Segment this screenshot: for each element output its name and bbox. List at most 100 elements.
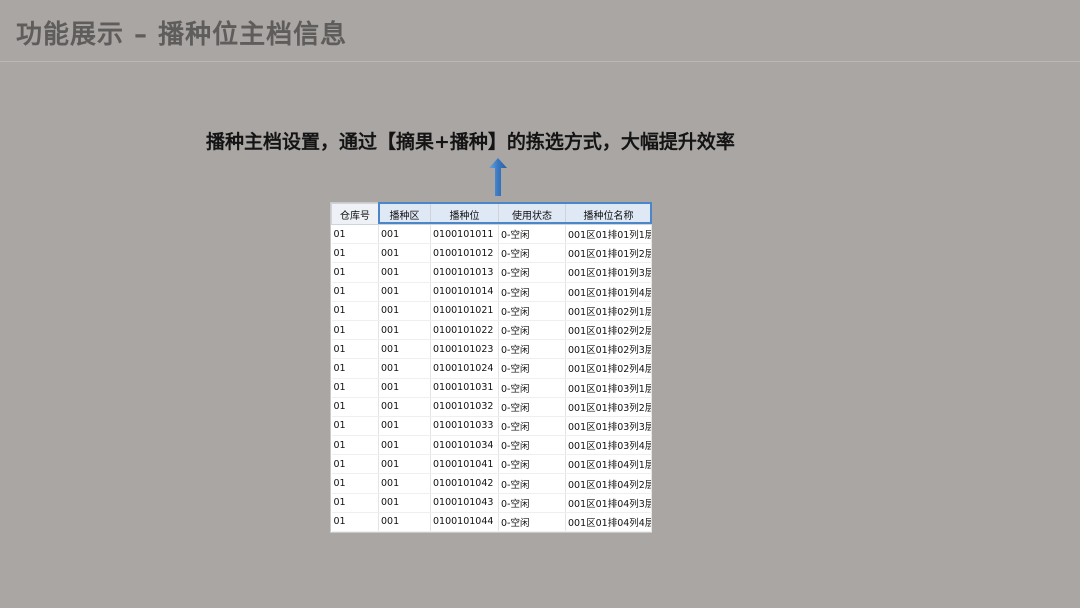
- cell-slot-name[interactable]: 001区01排04列2层: [565, 473, 652, 494]
- cell-warehouse[interactable]: 01: [331, 320, 379, 341]
- cell-usage-status[interactable]: 0-空闲: [498, 493, 566, 513]
- cell-warehouse[interactable]: 01: [331, 416, 379, 437]
- cell-seeding-slot[interactable]: 0100101032: [430, 397, 499, 417]
- cell-slot-name[interactable]: 001区01排04列1层: [565, 454, 652, 475]
- table-row[interactable]: 01 001 0100101011 0-空闲 001区01排01列1层: [331, 224, 652, 245]
- cell-seeding-zone[interactable]: 001: [378, 301, 431, 321]
- table-row[interactable]: 01 001 0100101034 0-空闲 001区01排03列4层: [331, 435, 652, 456]
- cell-usage-status[interactable]: 0-空闲: [498, 339, 566, 360]
- table-row[interactable]: 01 001 0100101033 0-空闲 001区01排03列3层: [331, 416, 652, 437]
- cell-seeding-zone[interactable]: 001: [378, 416, 431, 437]
- cell-slot-name[interactable]: 001区01排04列3层: [565, 493, 652, 513]
- cell-usage-status[interactable]: 0-空闲: [498, 282, 566, 302]
- cell-seeding-slot[interactable]: 0100101042: [430, 473, 499, 494]
- cell-seeding-zone[interactable]: 001: [378, 512, 431, 533]
- cell-usage-status[interactable]: 0-空闲: [498, 512, 566, 533]
- cell-seeding-zone[interactable]: 001: [378, 282, 431, 302]
- cell-warehouse[interactable]: 01: [331, 473, 379, 494]
- column-header-seeding-slot[interactable]: 播种位: [430, 203, 499, 225]
- cell-usage-status[interactable]: 0-空闲: [498, 243, 566, 264]
- cell-seeding-zone[interactable]: 001: [378, 358, 431, 379]
- table-row[interactable]: 01 001 0100101024 0-空闲 001区01排02列4层: [331, 358, 652, 379]
- table-row[interactable]: 01 001 0100101043 0-空闲 001区01排04列3层: [331, 493, 652, 513]
- cell-usage-status[interactable]: 0-空闲: [498, 435, 566, 456]
- cell-seeding-slot[interactable]: 0100101033: [430, 416, 499, 437]
- table-row[interactable]: 01 001 0100101042 0-空闲 001区01排04列2层: [331, 473, 652, 494]
- cell-seeding-slot[interactable]: 0100101012: [430, 243, 499, 264]
- cell-slot-name[interactable]: 001区01排02列4层: [565, 358, 652, 379]
- table-row[interactable]: 01 001 0100101013 0-空闲 001区01排01列3层: [331, 262, 652, 283]
- cell-seeding-zone[interactable]: 001: [378, 435, 431, 456]
- cell-slot-name[interactable]: 001区01排03列4层: [565, 435, 652, 456]
- cell-seeding-slot[interactable]: 0100101024: [430, 358, 499, 379]
- cell-seeding-zone[interactable]: 001: [378, 339, 431, 360]
- cell-warehouse[interactable]: 01: [331, 301, 379, 321]
- cell-seeding-zone[interactable]: 001: [378, 378, 431, 398]
- cell-usage-status[interactable]: 0-空闲: [498, 320, 566, 341]
- table-row[interactable]: 01 001 0100101022 0-空闲 001区01排02列2层: [331, 320, 652, 341]
- cell-usage-status[interactable]: 0-空闲: [498, 224, 566, 245]
- table-row[interactable]: 01 001 0100101031 0-空闲 001区01排03列1层: [331, 378, 652, 398]
- cell-seeding-zone[interactable]: 001: [378, 473, 431, 494]
- cell-usage-status[interactable]: 0-空闲: [498, 416, 566, 437]
- column-header-warehouse[interactable]: 仓库号: [331, 203, 379, 225]
- cell-slot-name[interactable]: 001区01排01列1层: [565, 224, 652, 245]
- cell-seeding-zone[interactable]: 001: [378, 493, 431, 513]
- cell-slot-name[interactable]: 001区01排02列2层: [565, 320, 652, 341]
- cell-usage-status[interactable]: 0-空闲: [498, 454, 566, 475]
- table-row[interactable]: 01 001 0100101021 0-空闲 001区01排02列1层: [331, 301, 652, 321]
- cell-warehouse[interactable]: 01: [331, 512, 379, 533]
- cell-seeding-zone[interactable]: 001: [378, 243, 431, 264]
- cell-seeding-zone[interactable]: 001: [378, 224, 431, 245]
- cell-warehouse[interactable]: 01: [331, 282, 379, 302]
- cell-warehouse[interactable]: 01: [331, 358, 379, 379]
- column-header-usage-status[interactable]: 使用状态: [498, 203, 566, 225]
- cell-seeding-slot[interactable]: 0100101043: [430, 493, 499, 513]
- cell-warehouse[interactable]: 01: [331, 262, 379, 283]
- cell-seeding-slot[interactable]: 0100101013: [430, 262, 499, 283]
- cell-warehouse[interactable]: 01: [331, 224, 379, 245]
- cell-slot-name[interactable]: 001区01排03列2层: [565, 397, 652, 417]
- cell-slot-name[interactable]: 001区01排04列4层: [565, 512, 652, 533]
- cell-slot-name[interactable]: 001区01排02列3层: [565, 339, 652, 360]
- table-row[interactable]: 01 001 0100101014 0-空闲 001区01排01列4层: [331, 282, 652, 302]
- cell-seeding-slot[interactable]: 0100101044: [430, 512, 499, 533]
- cell-warehouse[interactable]: 01: [331, 435, 379, 456]
- cell-seeding-zone[interactable]: 001: [378, 397, 431, 417]
- cell-seeding-slot[interactable]: 0100101022: [430, 320, 499, 341]
- cell-warehouse[interactable]: 01: [331, 378, 379, 398]
- cell-usage-status[interactable]: 0-空闲: [498, 301, 566, 321]
- table-row[interactable]: 01 001 0100101032 0-空闲 001区01排03列2层: [331, 397, 652, 417]
- cell-usage-status[interactable]: 0-空闲: [498, 358, 566, 379]
- cell-slot-name[interactable]: 001区01排03列3层: [565, 416, 652, 437]
- table-row[interactable]: 01 001 0100101023 0-空闲 001区01排02列3层: [331, 339, 652, 360]
- cell-slot-name[interactable]: 001区01排03列1层: [565, 378, 652, 398]
- column-header-seeding-zone[interactable]: 播种区: [378, 203, 431, 225]
- cell-slot-name[interactable]: 001区01排01列2层: [565, 243, 652, 264]
- cell-slot-name[interactable]: 001区01排02列1层: [565, 301, 652, 321]
- cell-seeding-slot[interactable]: 0100101034: [430, 435, 499, 456]
- cell-seeding-slot[interactable]: 0100101014: [430, 282, 499, 302]
- cell-slot-name[interactable]: 001区01排01列3层: [565, 262, 652, 283]
- cell-warehouse[interactable]: 01: [331, 397, 379, 417]
- cell-seeding-slot[interactable]: 0100101021: [430, 301, 499, 321]
- cell-usage-status[interactable]: 0-空闲: [498, 397, 566, 417]
- cell-usage-status[interactable]: 0-空闲: [498, 378, 566, 398]
- cell-slot-name[interactable]: 001区01排01列4层: [565, 282, 652, 302]
- table-row[interactable]: 01 001 0100101012 0-空闲 001区01排01列2层: [331, 243, 652, 264]
- cell-seeding-zone[interactable]: 001: [378, 454, 431, 475]
- cell-usage-status[interactable]: 0-空闲: [498, 473, 566, 494]
- cell-warehouse[interactable]: 01: [331, 339, 379, 360]
- cell-seeding-slot[interactable]: 0100101023: [430, 339, 499, 360]
- table-row[interactable]: 01 001 0100101041 0-空闲 001区01排04列1层: [331, 454, 652, 475]
- table-row[interactable]: 01 001 0100101044 0-空闲 001区01排04列4层: [331, 512, 652, 533]
- column-header-slot-name[interactable]: 播种位名称: [565, 203, 652, 225]
- cell-warehouse[interactable]: 01: [331, 493, 379, 513]
- cell-seeding-zone[interactable]: 001: [378, 262, 431, 283]
- cell-seeding-slot[interactable]: 0100101011: [430, 224, 499, 245]
- cell-usage-status[interactable]: 0-空闲: [498, 262, 566, 283]
- cell-warehouse[interactable]: 01: [331, 243, 379, 264]
- cell-warehouse[interactable]: 01: [331, 454, 379, 475]
- cell-seeding-slot[interactable]: 0100101041: [430, 454, 499, 475]
- cell-seeding-slot[interactable]: 0100101031: [430, 378, 499, 398]
